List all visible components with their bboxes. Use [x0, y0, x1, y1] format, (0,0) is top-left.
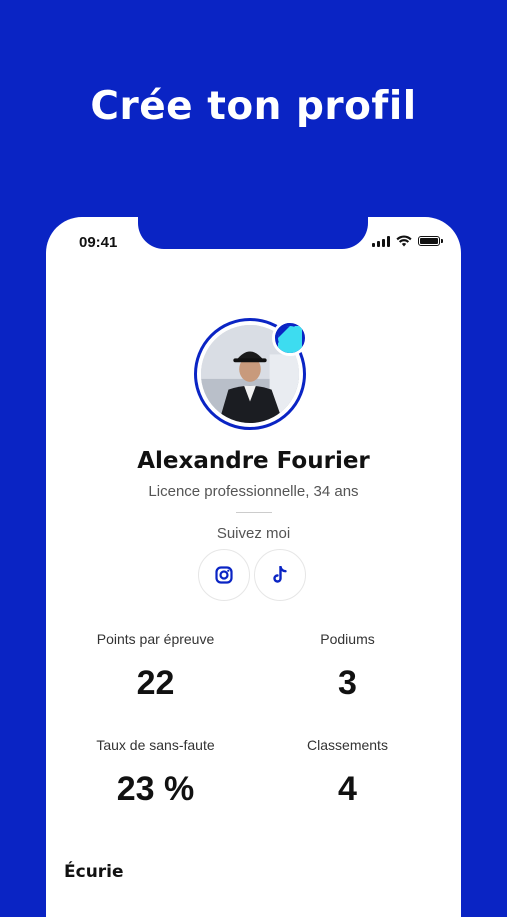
tiktok-button[interactable]	[254, 549, 306, 601]
social-links	[198, 549, 306, 601]
badge-icon	[275, 323, 302, 353]
follow-label: Suivez moi	[216, 525, 291, 542]
stat-label-points: Points par épreuve	[96, 631, 215, 647]
stat-value-points: 22	[136, 664, 175, 702]
instagram-button[interactable]	[198, 549, 250, 601]
phone-frame: 09:41 Alexandre Fourier Licence professi…	[46, 217, 461, 917]
stat-label-clear-rate: Taux de sans-faute	[96, 737, 215, 753]
edit-avatar-badge[interactable]	[272, 320, 308, 356]
instagram-icon	[215, 566, 233, 584]
signal-icon	[372, 235, 390, 247]
divider	[236, 512, 272, 513]
profile-subtitle: Licence professionnelle, 34 ans	[148, 483, 359, 500]
headline: Crée ton profil	[90, 84, 417, 129]
wifi-icon	[396, 235, 412, 247]
stat-label-podiums: Podiums	[320, 631, 375, 647]
status-time: 09:41	[79, 234, 118, 251]
stat-value-podiums: 3	[338, 664, 357, 702]
phone-notch	[138, 217, 368, 249]
profile-name: Alexandre Fourier	[137, 448, 370, 474]
battery-icon	[418, 236, 440, 246]
stat-label-rankings: Classements	[307, 737, 388, 753]
section-title-stable: Écurie	[64, 862, 124, 882]
stat-value-clear-rate: 23 %	[116, 770, 195, 808]
tiktok-icon	[273, 566, 287, 583]
stat-value-rankings: 4	[338, 770, 357, 808]
status-icons	[372, 235, 443, 247]
avatar[interactable]	[194, 318, 312, 436]
